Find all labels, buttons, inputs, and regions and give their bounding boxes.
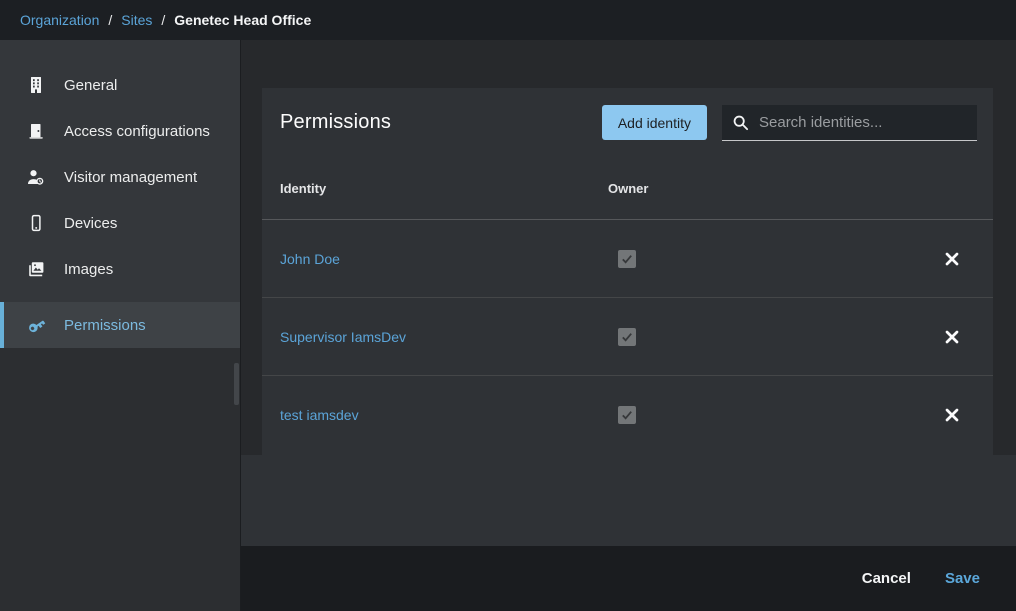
breadcrumb-separator: / bbox=[108, 12, 112, 28]
sidebar-item-permissions[interactable]: Permissions bbox=[0, 302, 240, 348]
sidebar-item-label: General bbox=[64, 77, 117, 94]
remove-identity-button[interactable] bbox=[941, 248, 963, 270]
app-root: Organization / Sites / Genetec Head Offi… bbox=[0, 0, 1016, 611]
permissions-panel: Permissions Add identity Identity Owner … bbox=[262, 88, 993, 455]
smartphone-icon bbox=[25, 212, 47, 234]
remove-identity-button[interactable] bbox=[941, 404, 963, 426]
identity-link[interactable]: test iamsdev bbox=[280, 407, 359, 423]
sidebar: General Access configurations Visitor ma… bbox=[0, 40, 241, 611]
table-row: John Doe bbox=[262, 220, 993, 298]
door-icon bbox=[25, 120, 47, 142]
owner-checkbox[interactable] bbox=[618, 328, 636, 346]
table-row: Supervisor IamsDev bbox=[262, 298, 993, 376]
search-box[interactable] bbox=[722, 105, 977, 141]
check-icon bbox=[620, 408, 634, 422]
remove-identity-button[interactable] bbox=[941, 326, 963, 348]
search-input[interactable] bbox=[759, 114, 967, 131]
sidebar-item-label: Devices bbox=[64, 215, 117, 232]
person-clock-icon bbox=[25, 166, 47, 188]
breadcrumb-sites[interactable]: Sites bbox=[121, 12, 152, 28]
breadcrumb-separator: / bbox=[161, 12, 165, 28]
action-bar: Cancel Save bbox=[241, 546, 1016, 611]
content-spacer bbox=[241, 455, 1016, 546]
building-icon bbox=[25, 74, 47, 96]
owner-checkbox[interactable] bbox=[618, 406, 636, 424]
sidebar-item-label: Permissions bbox=[64, 317, 146, 334]
close-icon bbox=[945, 408, 959, 422]
sidebar-item-label: Visitor management bbox=[64, 169, 197, 186]
key-icon bbox=[25, 314, 47, 336]
identity-link[interactable]: John Doe bbox=[280, 251, 340, 267]
owner-checkbox[interactable] bbox=[618, 250, 636, 268]
main-content: Permissions Add identity Identity Owner … bbox=[241, 40, 1016, 611]
identity-link[interactable]: Supervisor IamsDev bbox=[280, 329, 406, 345]
breadcrumb: Organization / Sites / Genetec Head Offi… bbox=[0, 0, 1016, 40]
images-icon bbox=[25, 258, 47, 280]
add-identity-button[interactable]: Add identity bbox=[602, 105, 707, 140]
search-icon bbox=[732, 114, 749, 131]
check-icon bbox=[620, 252, 634, 266]
breadcrumb-current: Genetec Head Office bbox=[174, 12, 311, 28]
sidebar-item-access-configurations[interactable]: Access configurations bbox=[0, 108, 240, 154]
sidebar-item-devices[interactable]: Devices bbox=[0, 200, 240, 246]
sidebar-item-label: Images bbox=[64, 261, 113, 278]
sidebar-item-images[interactable]: Images bbox=[0, 246, 240, 292]
column-header-owner: Owner bbox=[608, 181, 993, 196]
panel-header: Permissions Add identity bbox=[262, 88, 993, 157]
column-header-identity: Identity bbox=[262, 181, 608, 196]
cancel-button[interactable]: Cancel bbox=[862, 570, 911, 587]
table-header: Identity Owner bbox=[262, 157, 993, 220]
save-button[interactable]: Save bbox=[945, 570, 980, 587]
permissions-card-wrapper: Permissions Add identity Identity Owner … bbox=[241, 40, 1016, 455]
close-icon bbox=[945, 252, 959, 266]
sidebar-scrollbar-thumb[interactable] bbox=[234, 363, 239, 405]
sidebar-item-label: Access configurations bbox=[64, 123, 210, 140]
sidebar-item-visitor-management[interactable]: Visitor management bbox=[0, 154, 240, 200]
close-icon bbox=[945, 330, 959, 344]
table-row: test iamsdev bbox=[262, 376, 993, 454]
page-title: Permissions bbox=[278, 111, 391, 134]
sidebar-item-general[interactable]: General bbox=[0, 62, 240, 108]
breadcrumb-organization[interactable]: Organization bbox=[20, 12, 99, 28]
check-icon bbox=[620, 330, 634, 344]
sidebar-menu: General Access configurations Visitor ma… bbox=[0, 40, 240, 348]
